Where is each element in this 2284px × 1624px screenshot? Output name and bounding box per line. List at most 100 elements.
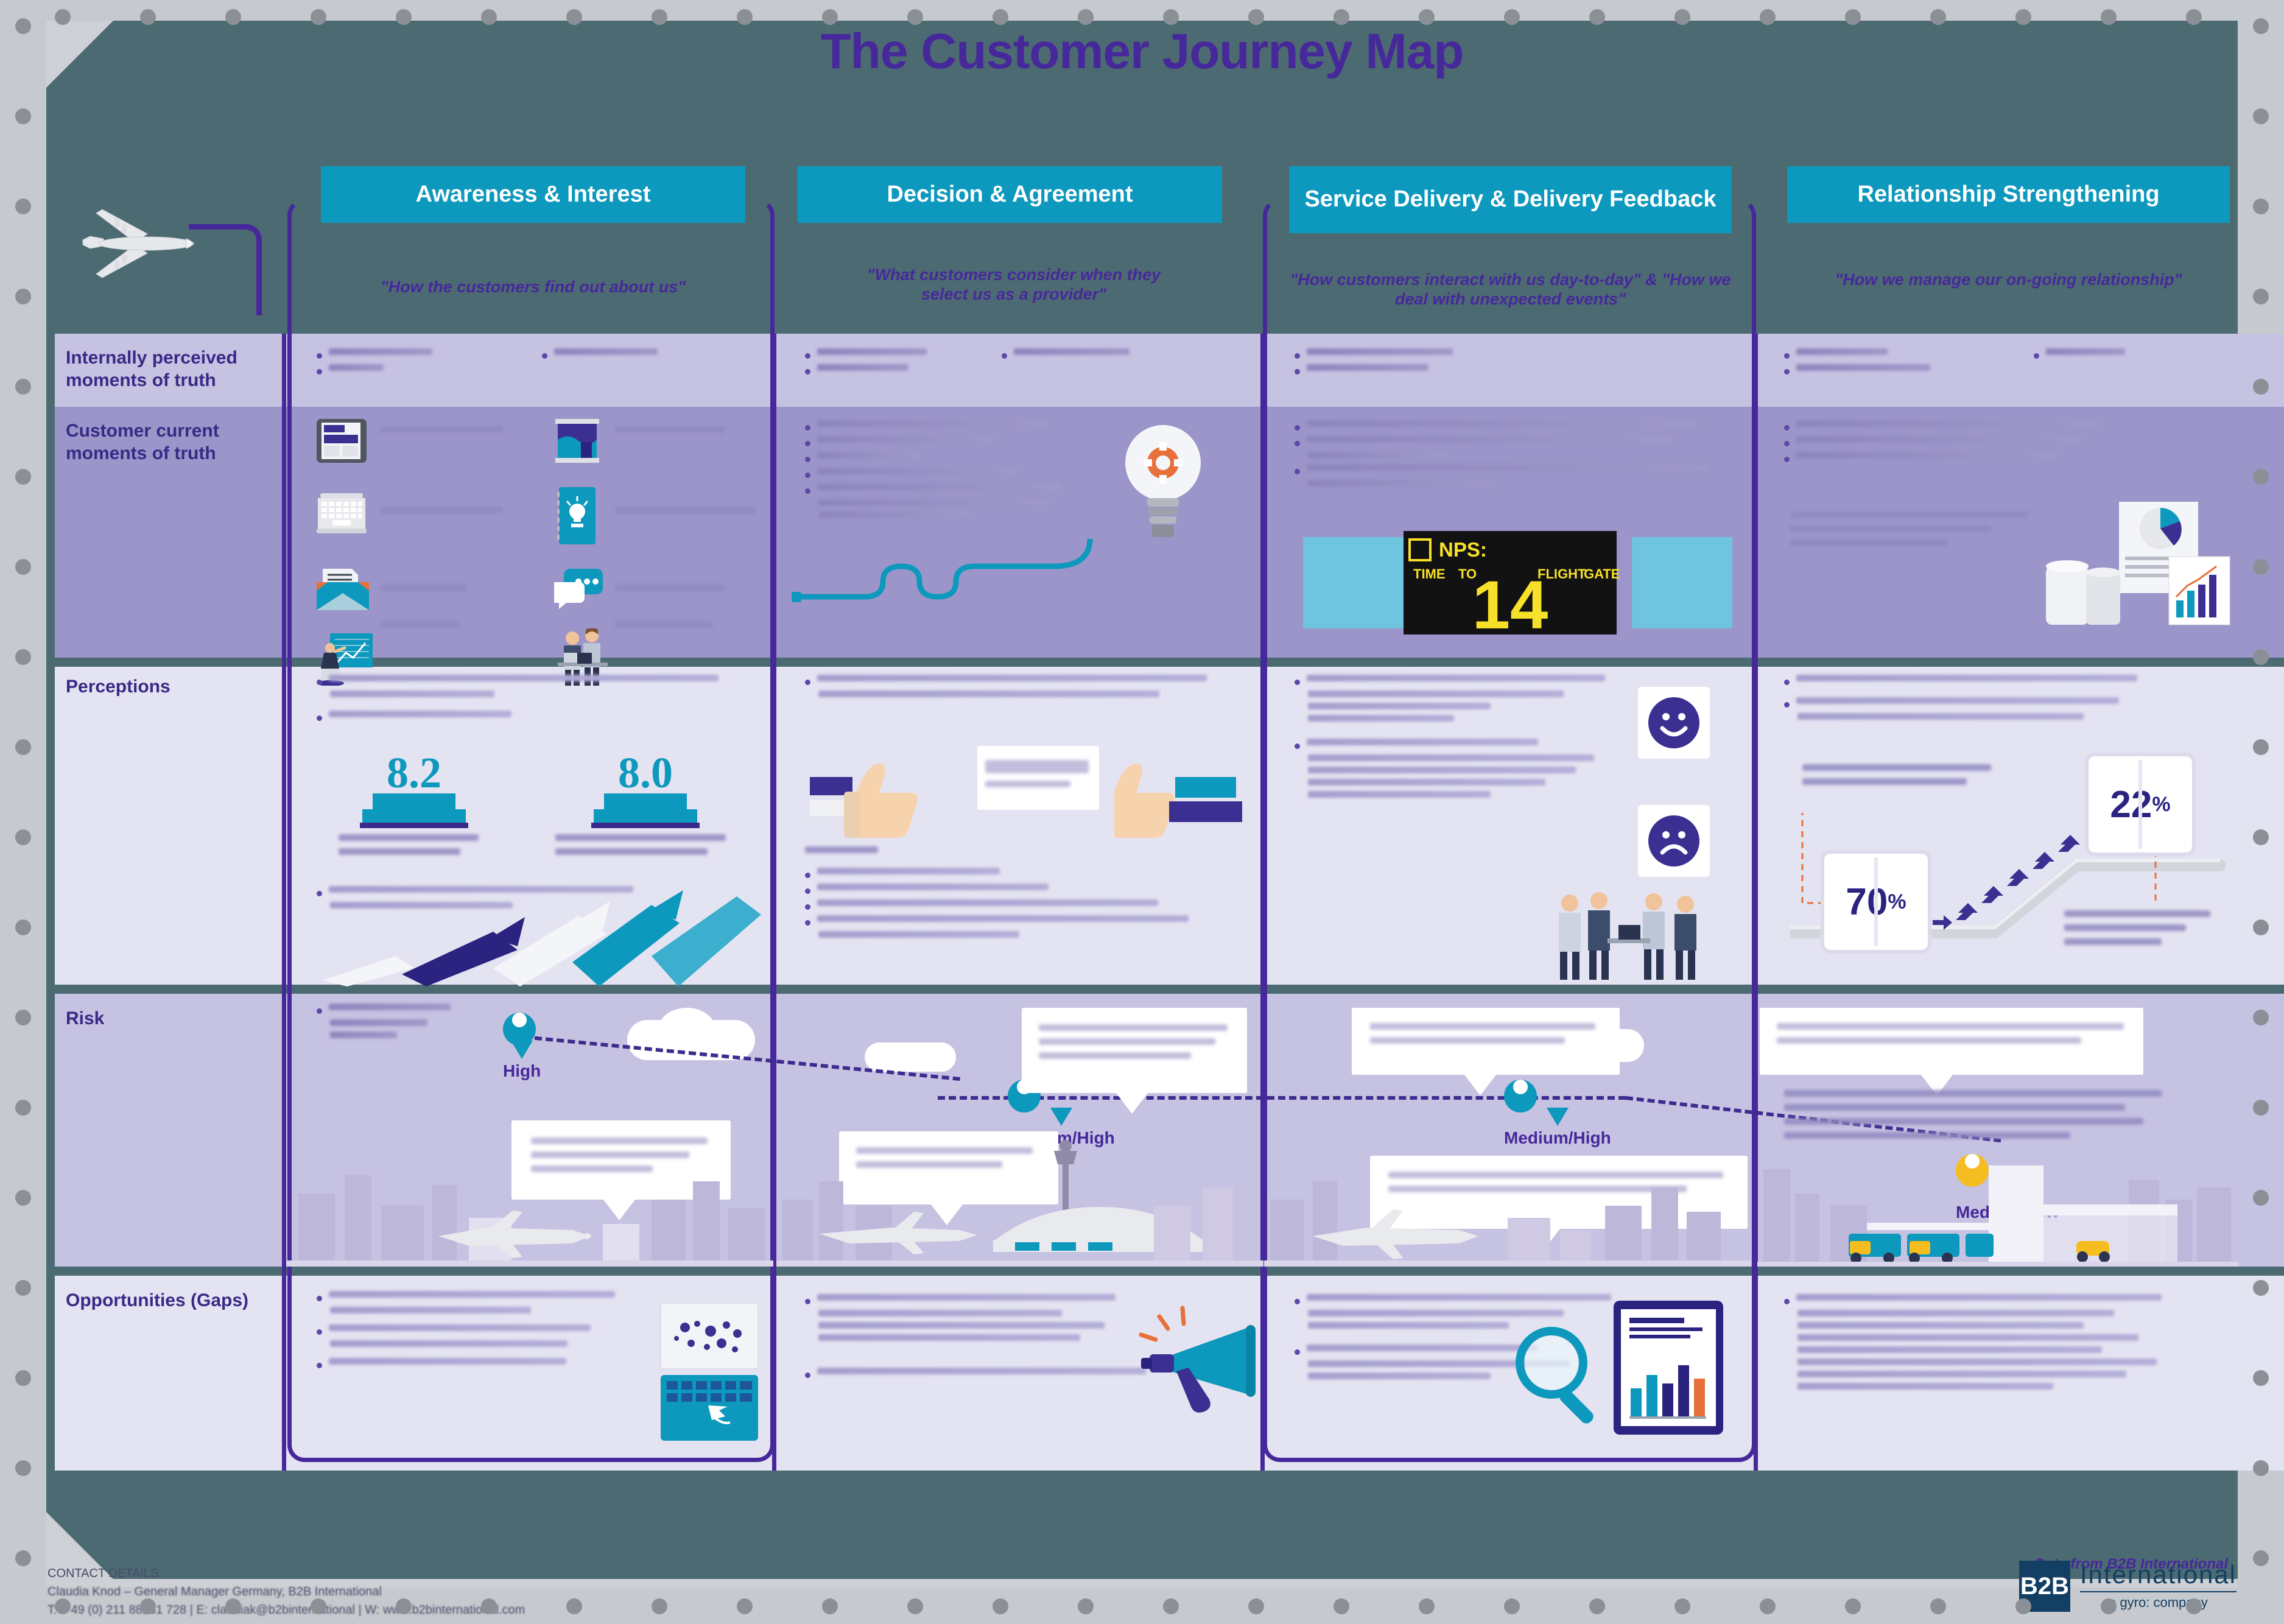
- binder-hole: [15, 469, 31, 485]
- binder-hole: [2015, 1598, 2031, 1614]
- departure-board-grid-right: [1632, 537, 1732, 628]
- binder-hole: [1078, 9, 1094, 25]
- binder-hole: [2186, 9, 2202, 25]
- binder-hole: [15, 289, 31, 304]
- binder-hole: [566, 1598, 582, 1614]
- risk-level-awareness: High: [503, 1061, 541, 1080]
- moments-labels-awareness-7: [381, 621, 508, 635]
- binder-hole: [15, 1100, 31, 1116]
- moments-labels-awareness-8: [615, 621, 743, 635]
- binder-hole: [15, 1190, 31, 1206]
- binder-hole: [907, 9, 923, 25]
- binder-hole: [2253, 1370, 2269, 1386]
- binder-hole: [15, 559, 31, 575]
- binder-hole: [1248, 1598, 1264, 1614]
- binder-hole: [2253, 1010, 2269, 1025]
- bullets-opportunities-awareness: [317, 1291, 633, 1374]
- column-subtitle-decision: "What customers consider when they selec…: [866, 265, 1161, 304]
- binder-hole: [1930, 1598, 1946, 1614]
- binder-hole: [1760, 1598, 1776, 1614]
- exhibition-stand-icon: [555, 419, 599, 463]
- binder-hole: [15, 649, 31, 665]
- binder-hole: [2253, 379, 2269, 395]
- reports-charts-icon: [2046, 502, 2230, 625]
- skyline-awareness: [286, 1175, 773, 1267]
- skyline-decision-airport: [776, 1140, 1263, 1267]
- nps-check-box: [1408, 538, 1432, 561]
- binder-hole: [1419, 1598, 1435, 1614]
- binder-hole: [2253, 649, 2269, 665]
- report-magnifier-icon: [1516, 1301, 1723, 1435]
- binder-hole: [15, 108, 31, 124]
- binder-hole: [2253, 1190, 2269, 1206]
- binder-hole: [2253, 559, 2269, 575]
- bullets-perceptions-decision-2: [805, 868, 1231, 943]
- binder-hole: [1504, 9, 1520, 25]
- binder-hole: [822, 1598, 838, 1614]
- journey-connector-line: [189, 224, 262, 315]
- cloud-3: [865, 1042, 956, 1072]
- binder-hole: [481, 1598, 497, 1614]
- risk-pin-service: Medium/High: [1504, 1070, 1611, 1148]
- binder-hole: [2253, 108, 2269, 124]
- bullets-internal-decision-2: [1002, 348, 1203, 364]
- binder-hole: [481, 9, 497, 25]
- binder-hole: [1163, 9, 1179, 25]
- infographic-page: The Customer Journey Map Awareness & Int…: [0, 0, 2284, 1624]
- binder-hole: [2253, 199, 2269, 214]
- column-header-label: Relationship Strengthening: [1857, 181, 2160, 207]
- score-podium-left: 8.2: [353, 751, 475, 829]
- binder-hole: [2015, 9, 2031, 25]
- column-header-relationship[interactable]: Relationship Strengthening: [1787, 166, 2230, 223]
- binder-hole: [2253, 1100, 2269, 1116]
- pct-value-22: 22: [2110, 783, 2152, 826]
- score-podium-right: 8.0: [585, 751, 706, 829]
- thumbs-up-right-icon: [1114, 764, 1242, 838]
- binder-hole: [15, 1550, 31, 1566]
- row-label-perceptions: Perceptions: [66, 677, 170, 697]
- moments-labels-awareness-2: [615, 426, 743, 440]
- binder-hole: [15, 1010, 31, 1025]
- bullets-risk-awareness: [317, 1004, 511, 1044]
- column-header-decision[interactable]: Decision & Agreement: [798, 166, 1222, 223]
- moments-labels-awareness: [381, 426, 508, 440]
- binder-hole: [15, 919, 31, 935]
- contact-line-2: T: + 49 (0) 211 88231 728 | E: claudiak@…: [47, 1603, 525, 1617]
- logo-name: International: [2079, 1560, 2237, 1589]
- happy-face-icon: [1648, 697, 1699, 748]
- binder-hole: [15, 199, 31, 214]
- moments-labels-awareness-4: [615, 507, 761, 521]
- bullets-customer-decision: [805, 420, 1067, 524]
- bullets-internal-awareness-2: [542, 348, 743, 364]
- lightbulb-cable-icon: [792, 538, 1093, 602]
- pct-symbol-22: %: [2152, 792, 2171, 816]
- binder-hole: [55, 9, 71, 25]
- binder-hole: [1589, 1598, 1605, 1614]
- bullets-perceptions-relationship: [1784, 675, 2162, 725]
- sad-face-icon: [1648, 815, 1699, 866]
- binder-hole: [2253, 1550, 2269, 1566]
- binder-hole: [140, 1598, 156, 1614]
- binder-hole: [993, 1598, 1008, 1614]
- world-map-tablet-icon: [660, 1303, 759, 1441]
- binder-hole: [1674, 9, 1690, 25]
- binder-hole: [737, 9, 753, 25]
- callout-60-text: [985, 760, 1095, 795]
- binder-hole: [1334, 9, 1349, 25]
- row-label-risk: Risk: [66, 1008, 105, 1028]
- pct-22-caption: [2064, 910, 2223, 952]
- tablet-website-icon: [317, 419, 367, 463]
- binder-hole: [1930, 9, 1946, 25]
- binder-hole: [2253, 18, 2269, 34]
- binder-hole: [55, 1598, 71, 1614]
- binder-hole: [2253, 1460, 2269, 1476]
- binder-hole: [2253, 469, 2269, 485]
- binder-hole: [15, 379, 31, 395]
- journey-outline-awareness: [287, 199, 775, 1462]
- binder-hole: [311, 9, 326, 25]
- binder-hole: [993, 9, 1008, 25]
- row-label-customer: Customer current moments of truth: [66, 421, 219, 463]
- cloud-2: [658, 1008, 716, 1054]
- page-title: The Customer Journey Map: [820, 24, 1464, 79]
- binder-hole: [1163, 1598, 1179, 1614]
